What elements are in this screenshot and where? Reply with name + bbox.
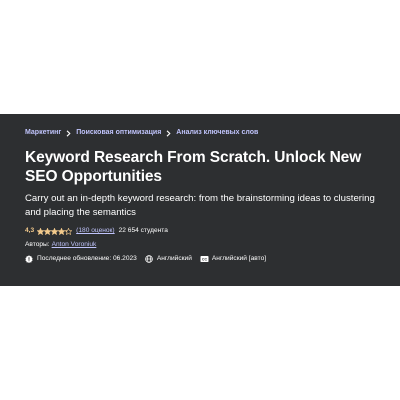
- rating-value: 4,3: [25, 227, 35, 234]
- star-icon: [37, 227, 45, 235]
- author-link[interactable]: Anton Voroniuk: [52, 240, 97, 250]
- chevron-right-icon: [166, 129, 171, 137]
- authors-row: Авторы: Anton Voroniuk: [25, 240, 400, 250]
- star-icon: [44, 227, 52, 235]
- last-updated-text: Последнее обновление: 06.2023: [37, 255, 137, 262]
- course-subtitle: Carry out an in-depth keyword research: …: [25, 193, 375, 218]
- breadcrumb: Маркетинг Поисковая оптимизация Анализ к…: [25, 128, 400, 138]
- breadcrumb-item-keyword-analysis[interactable]: Анализ ключевых слов: [176, 128, 258, 138]
- course-meta-row: Последнее обновление: 06.2023 Английский: [25, 254, 400, 264]
- course-language: Английский: [145, 254, 192, 264]
- star-icon: [58, 227, 66, 235]
- students-count: 22 654 студента: [118, 227, 168, 234]
- course-title: Keyword Research From Scratch. Unlock Ne…: [25, 149, 362, 185]
- chevron-right-icon: [66, 129, 71, 137]
- svg-text:CC: CC: [202, 258, 208, 262]
- course-captions: CC Английский [авто]: [200, 254, 266, 264]
- star-icon: [51, 227, 59, 235]
- alert-badge-icon: [25, 255, 33, 263]
- course-language-text: Английский: [156, 255, 192, 262]
- course-header-banner: Маркетинг Поисковая оптимизация Анализ к…: [0, 114, 400, 286]
- globe-icon: [145, 255, 153, 263]
- closed-captions-icon: CC: [200, 255, 209, 263]
- last-updated: Последнее обновление: 06.2023: [25, 254, 137, 264]
- page: Маркетинг Поисковая оптимизация Анализ к…: [0, 0, 400, 400]
- breadcrumb-item-marketing[interactable]: Маркетинг: [25, 128, 61, 138]
- rating-row: 4,3 (180 оценок) 22 654 студента: [25, 226, 400, 236]
- course-captions-text: Английский [авто]: [211, 255, 267, 262]
- star-rating: [37, 227, 73, 235]
- authors-label: Авторы:: [25, 241, 50, 248]
- star-icon: [65, 227, 73, 235]
- breadcrumb-item-seo[interactable]: Поисковая оптимизация: [76, 128, 161, 138]
- rating-count-link[interactable]: (180 оценок): [76, 226, 114, 236]
